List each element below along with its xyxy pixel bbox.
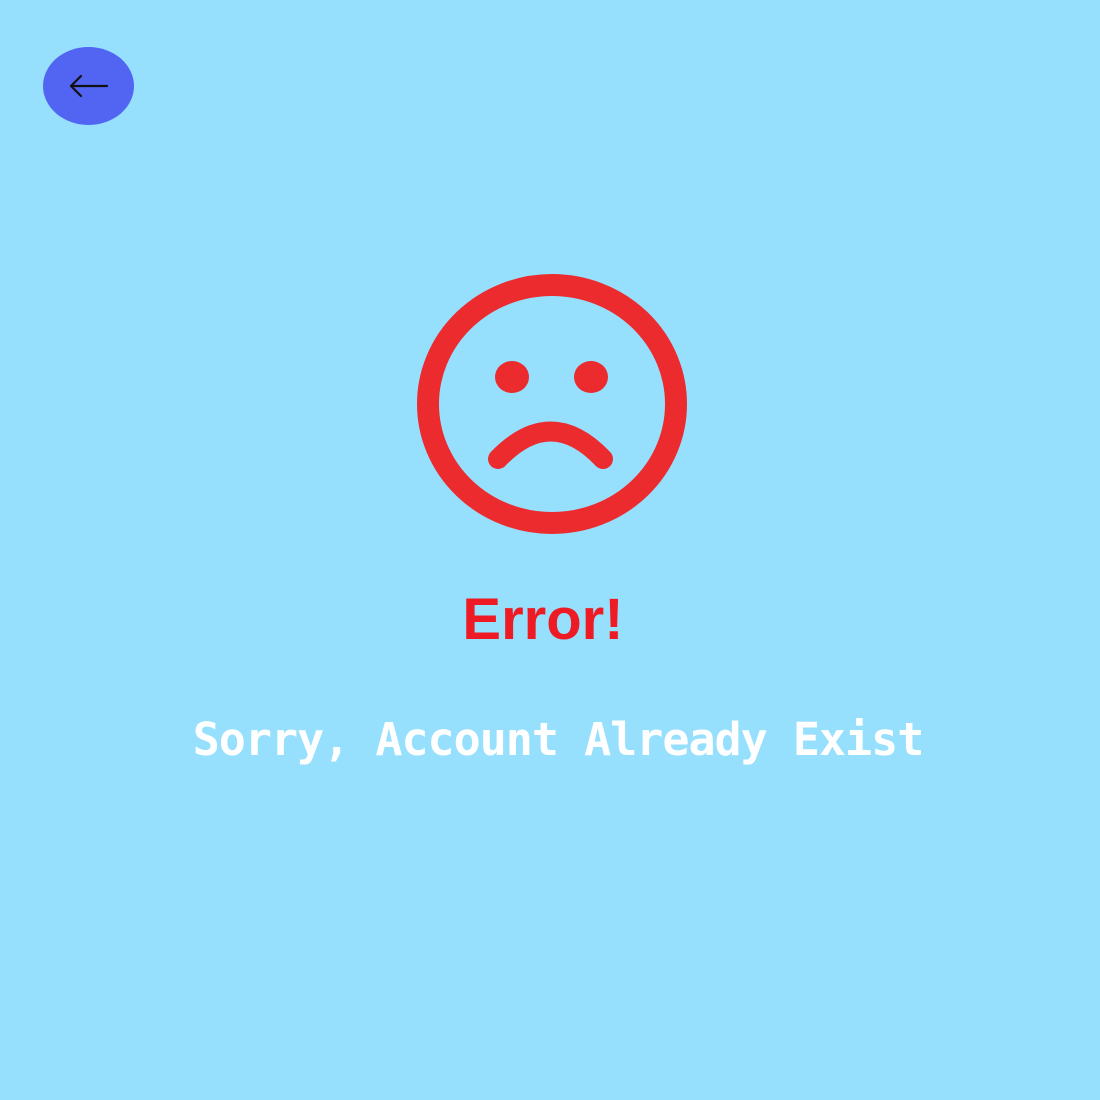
error-title: Error!: [462, 587, 624, 652]
error-screen: Error! Sorry, Account Already Exist: [0, 0, 1100, 1100]
error-message: Sorry, Account Already Exist: [192, 713, 925, 766]
back-button[interactable]: [43, 47, 134, 125]
arrow-left-icon: [68, 72, 110, 100]
sad-face-icon: [414, 272, 690, 536]
